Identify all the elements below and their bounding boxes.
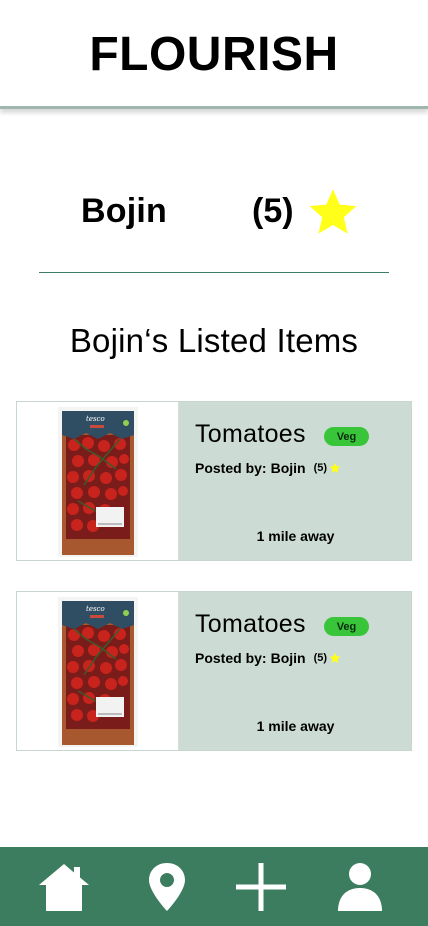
profile-summary: Bojin (5) bbox=[0, 180, 428, 244]
listed-items-title: Bojin‘s Listed Items bbox=[69, 322, 359, 359]
app-title: FLOURISH bbox=[89, 27, 339, 81]
poster-rating: (5) bbox=[313, 462, 328, 474]
svg-text:tesco: tesco bbox=[86, 415, 105, 423]
star-icon bbox=[329, 652, 341, 663]
user-icon bbox=[338, 863, 382, 911]
item-name: Tomatoes bbox=[195, 610, 306, 638]
listing-card[interactable]: tesco Tomatoes Veg Posted by: Bojin (5) … bbox=[16, 591, 412, 751]
nav-add-button[interactable] bbox=[233, 861, 289, 913]
category-badge: Veg bbox=[324, 427, 369, 446]
distance-label: 1 mile away bbox=[256, 718, 335, 734]
poster-rating: (5) bbox=[313, 652, 328, 664]
product-image-frame: tesco bbox=[17, 592, 179, 750]
nav-map-button[interactable] bbox=[139, 861, 195, 913]
poster-name[interactable]: Bojin bbox=[271, 460, 306, 476]
divider bbox=[39, 272, 389, 273]
location-pin-icon bbox=[149, 863, 185, 911]
listing-card[interactable]: tesco Tomatoes Veg Posted by: Bojin (5) … bbox=[16, 401, 412, 561]
distance-label: 1 mile away bbox=[256, 528, 335, 544]
profile-name: Bojin bbox=[81, 192, 167, 230]
posted-by: Posted by: Bojin (5) bbox=[195, 650, 341, 666]
category-badge: Veg bbox=[324, 617, 369, 636]
poster-name[interactable]: Bojin bbox=[271, 650, 306, 666]
home-icon bbox=[39, 864, 89, 911]
posted-by-label: Posted by: bbox=[195, 650, 267, 666]
posted-by-label: Posted by: bbox=[195, 460, 267, 476]
tomato-pack-image: tesco bbox=[58, 597, 138, 747]
product-image-frame: tesco bbox=[17, 402, 179, 560]
nav-home-button[interactable] bbox=[36, 861, 92, 913]
tomato-pack-image: tesco bbox=[58, 407, 138, 557]
app-header: FLOURISH bbox=[0, 0, 428, 109]
profile-rating: (5) bbox=[252, 192, 294, 230]
bottom-nav bbox=[0, 847, 428, 926]
star-icon bbox=[309, 189, 357, 234]
plus-icon bbox=[236, 863, 286, 911]
posted-by: Posted by: Bojin (5) bbox=[195, 460, 341, 476]
nav-profile-button[interactable] bbox=[332, 861, 388, 913]
svg-text:tesco: tesco bbox=[86, 605, 105, 613]
star-icon bbox=[329, 462, 341, 473]
item-name: Tomatoes bbox=[195, 420, 306, 448]
